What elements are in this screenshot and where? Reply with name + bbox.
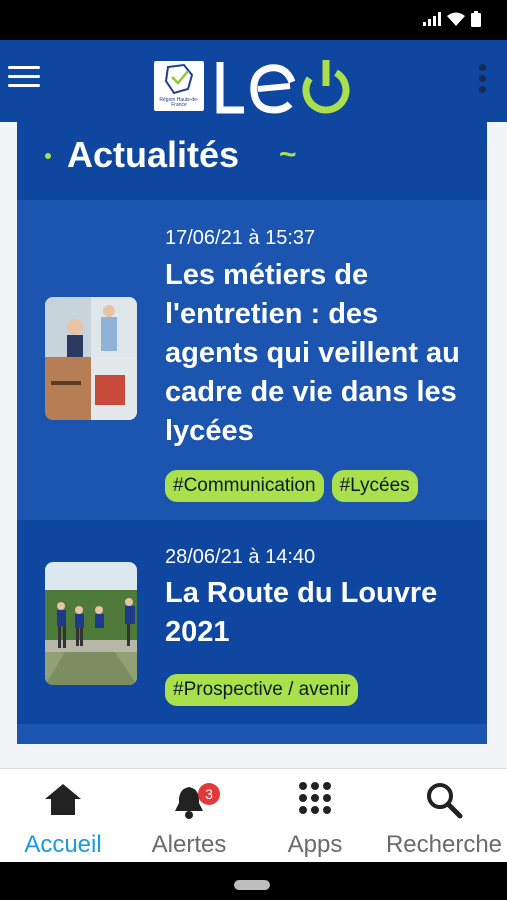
menu-button[interactable]: [8, 66, 42, 94]
status-bar: [0, 0, 507, 40]
nav-apps-label: Apps: [287, 831, 343, 858]
home-gesture-handle[interactable]: [234, 880, 270, 890]
section-header: Actualités ~: [17, 122, 487, 200]
tag-communication[interactable]: #Communication: [165, 470, 324, 502]
news-tags: #Communication #Lycées: [165, 470, 418, 502]
battery-icon: [471, 11, 481, 27]
nav-alerts-label: Alertes: [151, 831, 227, 858]
nav-alerts[interactable]: 3 Alertes: [126, 769, 252, 863]
news-card: Actualités ~ 17/06/21 à 15:37 Les métier…: [17, 122, 487, 744]
nav-home-label: Accueil: [24, 831, 102, 858]
wifi-icon: [447, 12, 465, 26]
region-logo-text: Région Hauts-de-France: [159, 97, 199, 108]
app-header: Région Hauts-de-France: [0, 40, 507, 122]
bullet-icon: [45, 153, 51, 159]
news-thumbnail: [45, 562, 137, 685]
bottom-navigation: Accueil 3 Alertes Apps Recherche: [0, 768, 507, 863]
next-news-item[interactable]: [17, 724, 487, 744]
news-item[interactable]: 17/06/21 à 15:37 Les métiers de l'entret…: [17, 200, 487, 520]
nav-apps[interactable]: Apps: [252, 769, 378, 863]
news-thumbnail: [45, 297, 137, 420]
news-date: 17/06/21 à 15:37: [165, 227, 316, 249]
nav-search-label: Recherche: [385, 831, 503, 858]
region-logo: Région Hauts-de-France: [154, 61, 204, 111]
apps-grid-icon: [299, 782, 331, 814]
more-options-button[interactable]: [479, 64, 487, 97]
status-icons: [423, 11, 481, 27]
nav-search[interactable]: Recherche: [381, 769, 507, 863]
news-date: 28/06/21 à 14:40: [165, 546, 316, 568]
news-title: Les métiers de l'entretien : des agents …: [165, 259, 460, 447]
app-logo: Région Hauts-de-France: [154, 56, 350, 116]
tag-lycees[interactable]: #Lycées: [331, 470, 418, 502]
gesture-bar: [0, 862, 507, 900]
nav-home[interactable]: Accueil: [0, 769, 126, 863]
news-title: La Route du Louvre 2021: [165, 577, 438, 648]
alerts-badge: 3: [198, 783, 220, 805]
kebab-icon: [479, 64, 486, 71]
leo-wordmark: [216, 60, 350, 114]
menu-icon: [8, 66, 40, 69]
news-item[interactable]: 28/06/21 à 14:40 La Route du Louvre 2021…: [17, 520, 487, 724]
section-title: Actualités: [67, 134, 240, 175]
home-icon: [45, 784, 81, 815]
tag-prospective[interactable]: #Prospective / avenir: [165, 674, 359, 706]
signal-icon: [423, 12, 441, 26]
search-icon: [427, 783, 463, 819]
news-tags: #Prospective / avenir: [165, 674, 359, 706]
section-accent: ~: [279, 138, 297, 171]
